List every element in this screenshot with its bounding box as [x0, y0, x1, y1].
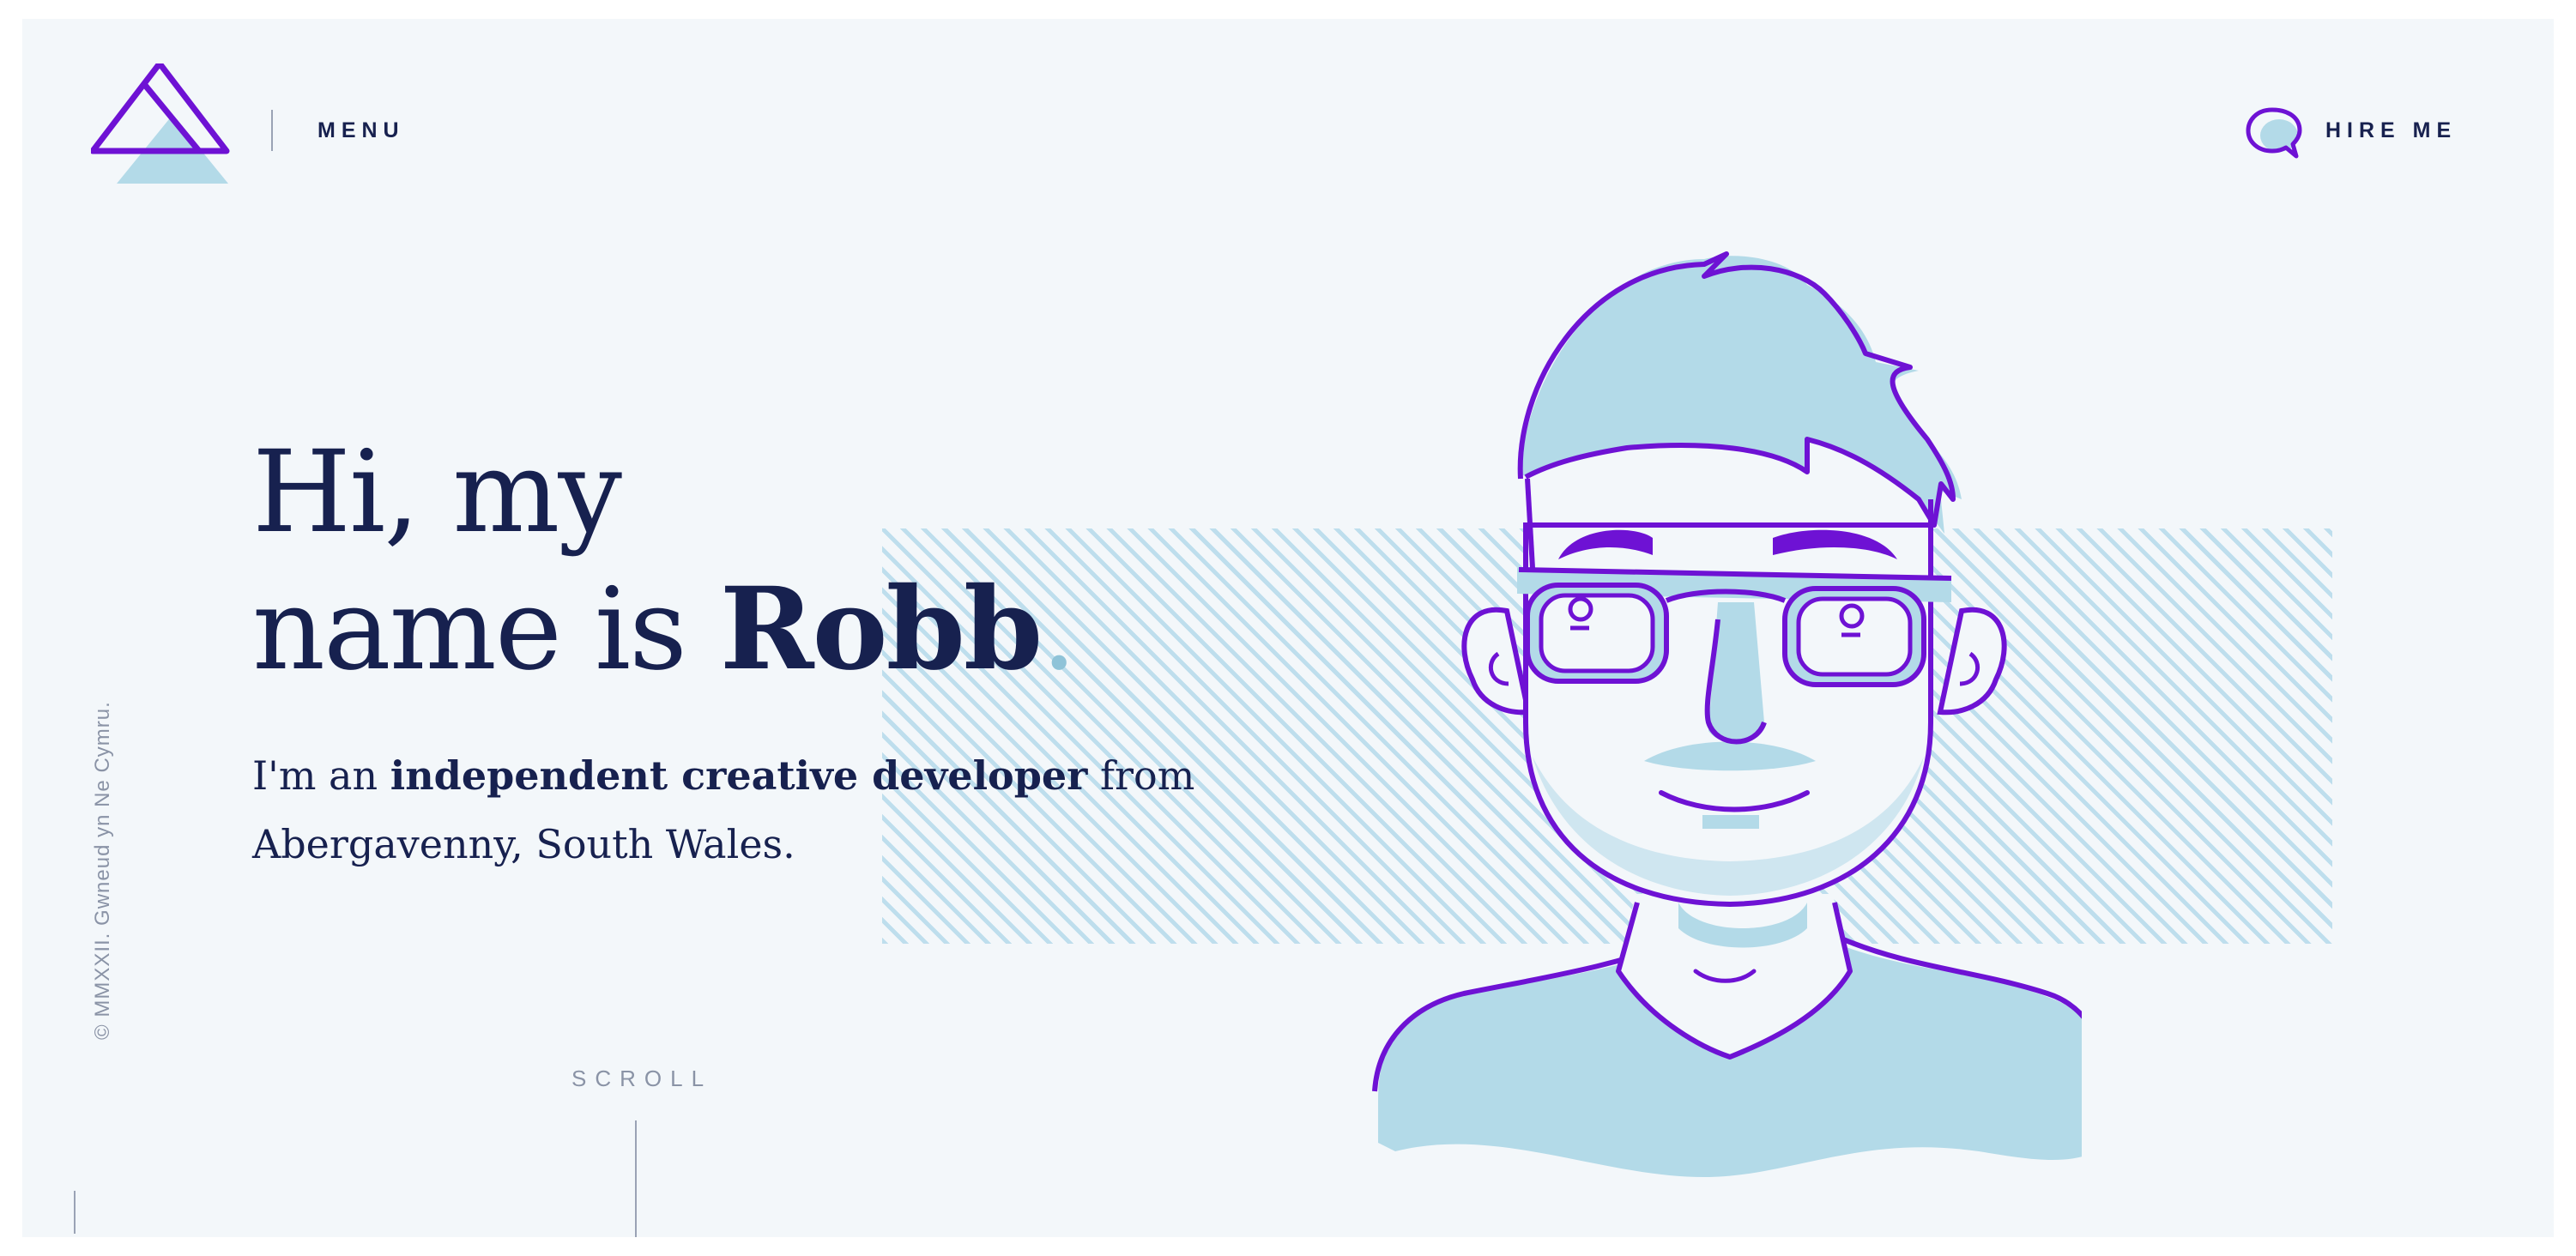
header-divider: [271, 110, 273, 151]
intro-bold: independent creative developer: [390, 752, 1088, 799]
intro-prefix: I'm an: [252, 752, 390, 799]
hero-headline: Hi, my name is Robb.: [252, 424, 1077, 698]
scroll-line: [635, 1120, 637, 1237]
copyright-text: © MMXXII. Gwneud yn Ne Cymru.: [91, 701, 114, 1040]
headline-prefix: name is: [252, 564, 720, 696]
headline-line-1: Hi, my: [252, 426, 622, 559]
headline-dot: .: [1041, 564, 1077, 696]
side-divider: [74, 1191, 76, 1234]
hire-me-button[interactable]: HIRE ME: [2325, 118, 2457, 143]
logo-triangle-icon[interactable]: [91, 63, 263, 201]
headline-name: Robb: [719, 563, 1043, 696]
scroll-indicator[interactable]: SCROLL: [571, 1066, 712, 1092]
speech-bubble-icon[interactable]: [2245, 105, 2310, 165]
hero-intro: I'm an independent creative developer fr…: [252, 741, 1196, 879]
menu-button[interactable]: MENU: [317, 118, 405, 143]
avatar-illustration: [1372, 251, 2082, 1177]
page-frame: MENU HIRE ME Hi, my name is Robb. I'm an…: [22, 19, 2554, 1237]
